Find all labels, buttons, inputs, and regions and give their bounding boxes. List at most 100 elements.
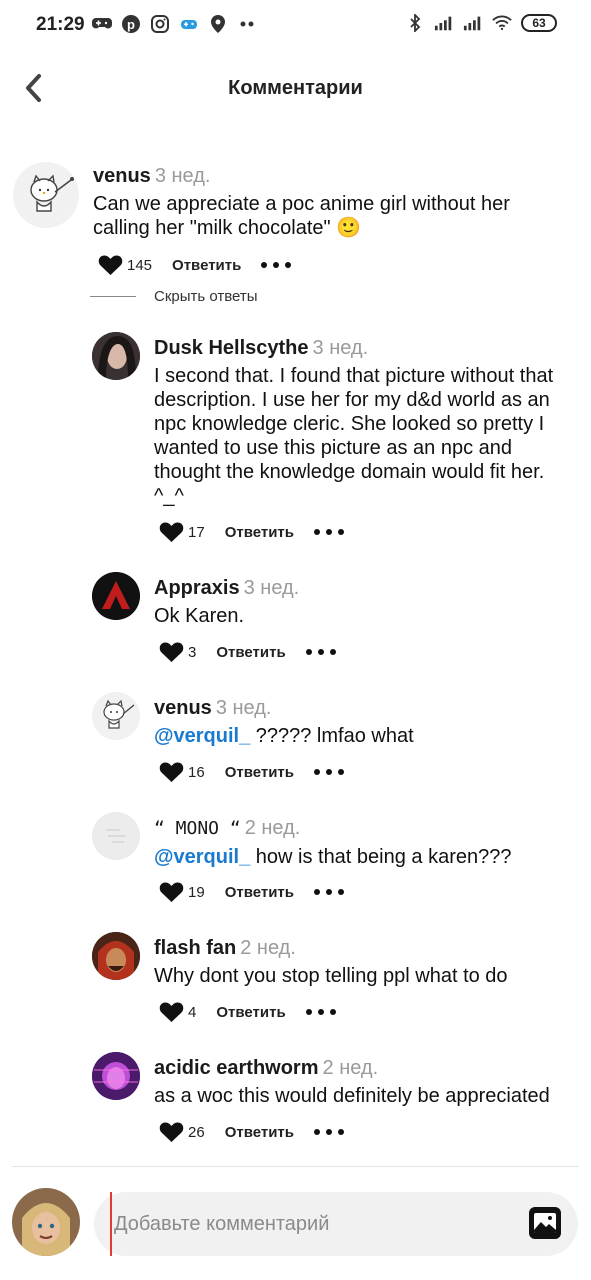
comment-username[interactable]: venus: [154, 697, 212, 719]
avatar[interactable]: [92, 332, 140, 380]
heart-icon: [159, 882, 184, 902]
comment-timestamp: 3 нед.: [312, 337, 369, 359]
status-bar: 21:29 p 63: [0, 0, 591, 52]
comment-text: how is that being a karen???: [250, 846, 512, 868]
comment-timestamp: 2 нед.: [240, 937, 296, 959]
reply-button[interactable]: Ответить: [216, 1004, 285, 1021]
game-controller-icon: [179, 14, 199, 34]
reply-button[interactable]: Ответить: [225, 884, 294, 901]
reply-button[interactable]: Ответить: [225, 524, 294, 541]
like-count: 26: [188, 1123, 205, 1141]
hide-replies-row: Скрыть ответы: [90, 288, 258, 305]
more-options-button[interactable]: [314, 885, 345, 899]
like-button[interactable]: 26: [159, 1121, 205, 1143]
more-options-button[interactable]: [314, 525, 345, 539]
comment-composer: [0, 1180, 591, 1270]
comment-username[interactable]: flash fan: [154, 937, 236, 959]
location-icon: [208, 14, 228, 34]
like-count: 17: [188, 523, 205, 541]
comment-timestamp: 3 нед.: [243, 577, 300, 599]
like-button[interactable]: 145: [98, 254, 152, 276]
heart-icon: [159, 522, 184, 542]
reply-button[interactable]: Ответить: [216, 644, 285, 661]
more-options-button[interactable]: [305, 1005, 336, 1019]
reply: “ MONO “2 нед. @verquil_ how is that bei…: [0, 812, 591, 912]
comment-timestamp: 3 нед.: [154, 165, 211, 187]
header: Комментарии: [0, 60, 591, 120]
more-options-button[interactable]: [305, 645, 336, 659]
reply: venus 3 нед. @verquil_ ????? lmfao what 1…: [0, 692, 591, 792]
like-button[interactable]: 19: [159, 881, 205, 903]
avatar[interactable]: [92, 572, 140, 620]
reply-button[interactable]: Ответить: [225, 764, 294, 781]
user-mention[interactable]: @verquil_: [154, 846, 250, 868]
more-options-button[interactable]: [314, 765, 345, 779]
comment-timestamp: 2 нед.: [244, 817, 301, 839]
reply: Dusk Hellscythe 3 нед. I second that. I f…: [0, 332, 591, 552]
like-count: 4: [188, 1003, 197, 1021]
gamepad-icon: [92, 14, 112, 34]
page-title: Комментарии: [228, 77, 363, 99]
like-count: 16: [188, 763, 205, 781]
reply: Appraxis 3 нед. Ok Karen. 3 Ответить: [0, 572, 591, 672]
comment: venus 3 нед. Can we appreciate a poc anim…: [0, 160, 591, 280]
hello-kitty-avatar: [30, 174, 74, 212]
comment-text: ????? lmfao what: [250, 725, 414, 747]
character-avatar: [92, 932, 140, 980]
heart-icon: [159, 762, 184, 782]
comment-timestamp: 3 нед.: [215, 697, 272, 719]
current-user-avatar[interactable]: [12, 1188, 80, 1256]
image-icon: [529, 1207, 561, 1239]
like-count: 19: [188, 883, 205, 901]
attach-image-button[interactable]: [528, 1206, 562, 1240]
comment-text: Can we appreciate a poc anime girl witho…: [93, 193, 510, 239]
user-photo-avatar: [92, 332, 140, 380]
like-button[interactable]: 3: [159, 641, 196, 663]
like-count: 3: [188, 643, 197, 661]
comment-text: Why dont you stop telling ppl what to do: [154, 965, 508, 987]
comment-username[interactable]: “ MONO “: [154, 818, 241, 839]
sketch-avatar: [92, 812, 140, 860]
comment-username[interactable]: Appraxis: [154, 577, 240, 599]
comment-text: I second that. I found that picture with…: [154, 365, 554, 507]
assassin-logo-avatar: [92, 572, 140, 620]
comment-text: Ok Karen.: [154, 605, 245, 627]
status-time: 21:29: [36, 14, 85, 35]
like-button[interactable]: 16: [159, 761, 205, 783]
heart-icon: [159, 1002, 184, 1022]
comment-timestamp: 2 нед.: [322, 1057, 379, 1079]
battery-icon: 63: [521, 14, 557, 32]
comment-input[interactable]: [110, 1192, 520, 1256]
hide-replies-button[interactable]: Скрыть ответы: [154, 288, 258, 305]
wifi-icon: [492, 13, 512, 33]
avatar[interactable]: [92, 932, 140, 980]
more-options-button[interactable]: [261, 258, 292, 272]
more-notifications-icon: [237, 14, 257, 34]
more-options-button[interactable]: [314, 1125, 345, 1139]
svg-text:p: p: [127, 17, 135, 32]
avatar[interactable]: [92, 812, 140, 860]
like-button[interactable]: 4: [159, 1001, 196, 1023]
user-mention[interactable]: @verquil_: [154, 725, 250, 747]
comment-username[interactable]: venus: [93, 165, 151, 187]
reply: flash fan 2 нед. Why dont you stop tellin…: [0, 932, 591, 1032]
pinterest-icon: p: [121, 14, 141, 34]
comment-username[interactable]: Dusk Hellscythe: [154, 337, 309, 359]
reply-button[interactable]: Ответить: [172, 257, 241, 274]
reply-button[interactable]: Ответить: [225, 1124, 294, 1141]
avatar[interactable]: [13, 162, 79, 228]
avatar[interactable]: [92, 1052, 140, 1100]
comment-username[interactable]: acidic earthworm: [154, 1057, 319, 1079]
instagram-icon: [150, 14, 170, 34]
composer-divider: [12, 1166, 579, 1167]
comment-text: as a woc this would definitely be apprec…: [154, 1085, 550, 1107]
divider-line: [90, 296, 136, 297]
avatar[interactable]: [92, 692, 140, 740]
neon-avatar: [92, 1052, 140, 1100]
character-avatar: [12, 1188, 80, 1256]
signal-icon: [434, 13, 454, 33]
bluetooth-icon: [405, 13, 425, 33]
reply: acidic earthworm 2 нед. as a woc this wou…: [0, 1052, 591, 1152]
comment-input-container: [94, 1192, 578, 1256]
like-button[interactable]: 17: [159, 521, 205, 543]
